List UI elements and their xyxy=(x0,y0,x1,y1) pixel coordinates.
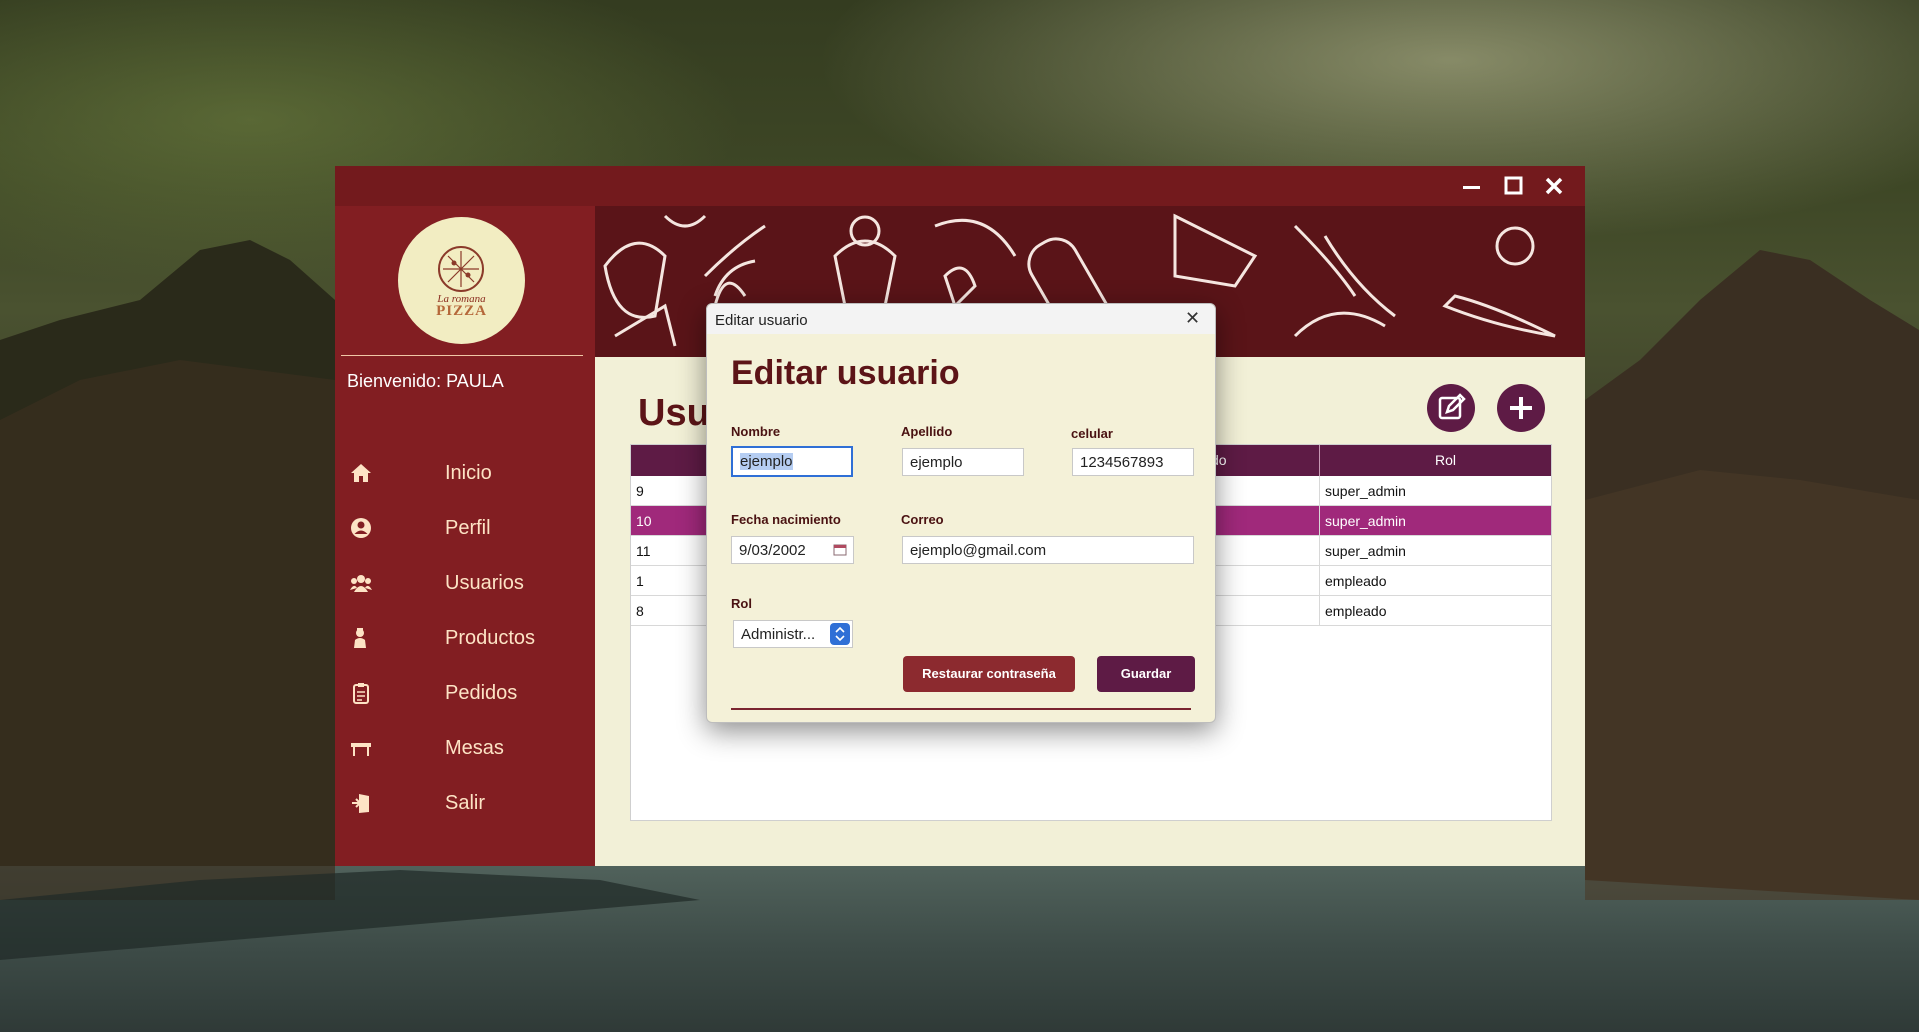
cell-rol: super_admin xyxy=(1325,483,1406,499)
dialog-window-title: Editar usuario xyxy=(715,312,808,329)
maximize-button[interactable] xyxy=(1499,172,1527,200)
close-icon xyxy=(1545,177,1563,195)
cell-rol: empleado xyxy=(1325,603,1387,619)
sidebar-item-productos[interactable]: Productos xyxy=(335,619,595,659)
sidebar-item-label: Mesas xyxy=(445,737,504,759)
cell-id: 1 xyxy=(636,573,644,589)
sidebar-item-usuarios[interactable]: Usuarios xyxy=(335,564,595,604)
dropdown-arrows-icon xyxy=(830,623,850,645)
window-titlebar xyxy=(335,166,1585,206)
reset-password-button[interactable]: Restaurar contraseña xyxy=(903,656,1075,692)
apellido-label: Apellido xyxy=(901,424,953,439)
cell-rol: super_admin xyxy=(1325,543,1406,559)
rol-select[interactable]: Administr... xyxy=(733,620,853,648)
fecha-label: Fecha nacimiento xyxy=(731,512,841,527)
exit-door-icon xyxy=(352,794,369,813)
sidebar-item-mesas[interactable]: Mesas xyxy=(335,729,595,769)
table-icon xyxy=(351,743,371,756)
plus-icon xyxy=(1510,397,1532,419)
cell-id: 11 xyxy=(636,543,651,559)
home-icon xyxy=(351,464,371,482)
nombre-label: Nombre xyxy=(731,424,781,439)
column-divider xyxy=(1319,476,1320,626)
calendar-icon[interactable] xyxy=(833,543,849,557)
cell-rol: empleado xyxy=(1325,573,1387,589)
cell-id: 9 xyxy=(636,483,644,499)
user-circle-icon xyxy=(351,518,371,538)
minimize-button[interactable] xyxy=(1457,172,1485,200)
welcome-text: Bienvenido: PAULA xyxy=(347,371,504,391)
rol-label: Rol xyxy=(731,596,752,611)
dialog-titlebar: Editar usuario ✕ xyxy=(707,304,1215,334)
cell-id: 8 xyxy=(636,603,644,619)
apellido-input[interactable]: ejemplo xyxy=(902,448,1024,476)
sidebar-item-label: Salir xyxy=(445,792,486,814)
cell-rol: super_admin xyxy=(1325,513,1406,529)
pizza-logo: La romana PIZZA xyxy=(398,217,525,344)
sidebar-item-inicio[interactable]: Inicio xyxy=(335,454,595,494)
sidebar-item-perfil[interactable]: Perfil xyxy=(335,509,595,549)
edit-icon xyxy=(1438,393,1466,420)
add-user-button[interactable] xyxy=(1497,384,1545,432)
edit-user-button[interactable] xyxy=(1427,384,1475,432)
maximize-icon xyxy=(1504,176,1523,195)
close-button[interactable] xyxy=(1540,172,1568,200)
fecha-input[interactable]: 9/03/2002 xyxy=(731,536,854,564)
minimize-icon xyxy=(1463,186,1480,189)
column-header-rol[interactable]: Rol xyxy=(1435,452,1456,468)
save-button[interactable]: Guardar xyxy=(1097,656,1195,692)
sidebar: La romana PIZZA Bienvenido: PAULA Inicio… xyxy=(335,206,595,866)
sidebar-item-pedidos[interactable]: Pedidos xyxy=(335,674,595,714)
logo-text-bottom: PIZZA xyxy=(436,303,487,319)
celular-label: celular xyxy=(1071,426,1113,441)
nombre-input[interactable]: ejemplo xyxy=(731,446,853,477)
sidebar-item-label: Usuarios xyxy=(445,572,524,594)
sidebar-divider xyxy=(341,355,583,356)
edit-user-dialog: Editar usuario ✕ Editar usuario Nombre e… xyxy=(706,303,1216,723)
rol-value: Administr... xyxy=(741,626,816,643)
cell-id: 10 xyxy=(636,513,652,529)
users-icon xyxy=(350,575,372,592)
sidebar-item-label: Inicio xyxy=(445,462,492,484)
nombre-value: ejemplo xyxy=(740,453,793,470)
column-divider xyxy=(1319,445,1320,476)
pizza-icon xyxy=(438,246,484,292)
dialog-heading: Editar usuario xyxy=(731,354,960,392)
correo-label: Correo xyxy=(901,512,944,527)
sidebar-item-salir[interactable]: Salir xyxy=(335,784,595,824)
correo-input[interactable]: ejemplo@gmail.com xyxy=(902,536,1194,564)
dialog-divider xyxy=(731,708,1191,710)
dialog-close-button[interactable]: ✕ xyxy=(1185,308,1200,329)
fecha-value: 9/03/2002 xyxy=(739,542,806,559)
sidebar-item-label: Pedidos xyxy=(445,682,518,704)
page-title: Usu xyxy=(638,392,710,434)
sidebar-item-label: Perfil xyxy=(445,517,491,539)
clipboard-icon xyxy=(353,683,369,704)
sidebar-item-label: Productos xyxy=(445,627,536,649)
celular-input[interactable]: 1234567893 xyxy=(1072,448,1194,476)
chef-icon xyxy=(354,628,366,648)
